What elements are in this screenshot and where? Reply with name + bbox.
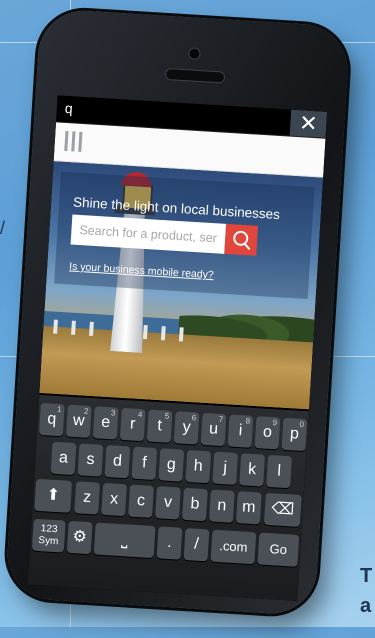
gear-icon: ⚙ (72, 528, 88, 546)
background-text-fragment-3: / (0, 218, 6, 238)
key-n[interactable]: n (208, 489, 235, 523)
hero-overlay: Shine the light on local businesses Is y… (54, 171, 315, 300)
key-v[interactable]: v (155, 486, 181, 520)
mobile-ready-link[interactable]: Is your business mobile ready? (69, 260, 214, 281)
key-x[interactable]: x (101, 482, 128, 517)
key-i[interactable]: i8 (227, 414, 254, 448)
key-m[interactable]: m (235, 491, 262, 525)
dotcom-key[interactable]: .com (210, 529, 257, 565)
onscreen-keyboard: q1 w2 e3 r4 t5 y6 u7 i8 o9 p0 a s d f g (27, 394, 309, 601)
key-k[interactable]: k (239, 453, 266, 487)
key-z[interactable]: z (74, 481, 101, 515)
front-camera (188, 47, 201, 61)
key-c[interactable]: c (128, 484, 154, 518)
key-t[interactable]: t5 (146, 409, 173, 443)
phone-body: q ✕ Shine the light on local businesses … (4, 8, 351, 617)
key-o[interactable]: o9 (254, 416, 281, 450)
key-y[interactable]: y6 (173, 411, 200, 445)
background-text-fragment: T (360, 565, 373, 587)
key-f[interactable]: f (131, 446, 158, 481)
background-text-fragment-2: a (360, 595, 372, 617)
earpiece-speaker (164, 67, 226, 84)
phone-screen: q ✕ Shine the light on local businesses … (27, 95, 328, 601)
key-r[interactable]: r4 (119, 407, 146, 442)
hero-section: Shine the light on local businesses Is y… (39, 161, 324, 410)
key-j[interactable]: j (212, 451, 239, 486)
key-p[interactable]: p0 (281, 417, 308, 452)
key-e[interactable]: e3 (92, 406, 119, 440)
search-input[interactable] (70, 214, 227, 254)
settings-key[interactable]: ⚙ (66, 520, 93, 555)
backspace-icon: ⌫ (270, 500, 295, 519)
menu-icon[interactable] (64, 130, 83, 152)
shift-icon: ⬆ (46, 486, 61, 505)
period-key[interactable]: . (156, 526, 183, 560)
shift-key[interactable]: ⬆ (34, 478, 73, 513)
key-w[interactable]: w2 (65, 404, 92, 438)
phone-device: q ✕ Shine the light on local businesses … (4, 8, 375, 638)
key-d[interactable]: d (104, 445, 131, 479)
key-q[interactable]: q1 (38, 402, 65, 437)
key-l[interactable]: l (266, 454, 293, 489)
space-icon: ⎵ (120, 531, 129, 549)
key-s[interactable]: s (77, 443, 104, 477)
key-u[interactable]: u7 (200, 412, 227, 447)
slash-key[interactable]: / (183, 527, 210, 562)
backspace-key[interactable]: ⌫ (263, 492, 302, 527)
go-key[interactable]: Go (257, 532, 300, 567)
key-a[interactable]: a (50, 441, 77, 476)
search-button[interactable] (224, 223, 259, 256)
key-h[interactable]: h (185, 449, 212, 484)
key-b[interactable]: b (181, 487, 208, 522)
url-input-text[interactable]: q (64, 100, 73, 116)
close-button[interactable]: ✕ (289, 109, 328, 138)
space-key[interactable]: ⎵ (93, 522, 156, 559)
symbols-key[interactable]: 123 Sym (31, 518, 66, 553)
key-g[interactable]: g (158, 448, 185, 482)
